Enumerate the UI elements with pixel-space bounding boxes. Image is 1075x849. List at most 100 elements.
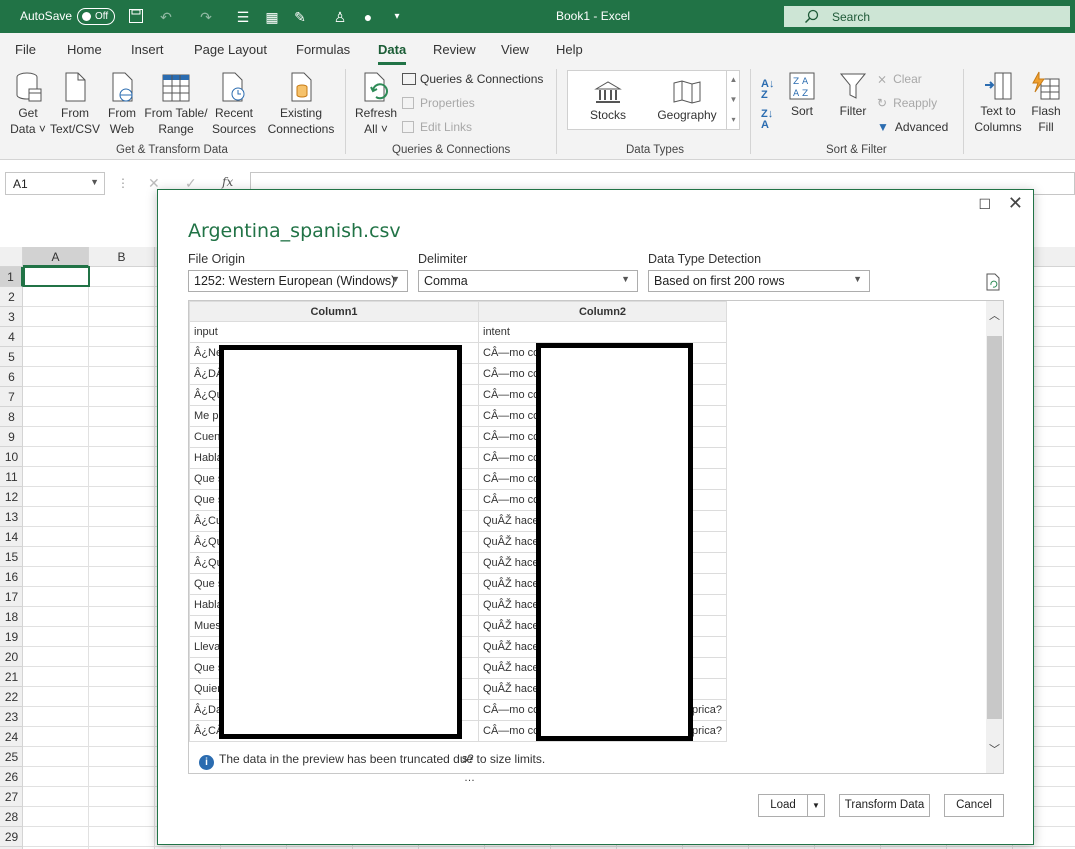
row-header[interactable]: 28 <box>0 807 23 827</box>
row-header[interactable]: 5 <box>0 347 23 367</box>
transform-data-button[interactable]: Transform Data <box>839 794 930 817</box>
row-header[interactable]: 4 <box>0 327 23 347</box>
column-header-a[interactable]: A <box>23 247 89 267</box>
row-header[interactable]: 29 <box>0 827 23 847</box>
recent-sources-button[interactable]: Recent Sources <box>210 71 258 137</box>
select-all-corner[interactable] <box>0 247 23 267</box>
maximize-icon[interactable]: ☐ <box>978 196 991 213</box>
text-to-columns-button[interactable]: Text to Columns <box>972 71 1024 135</box>
chevron-up-icon[interactable]: ︿ <box>989 307 1000 323</box>
row-header[interactable]: 10 <box>0 447 23 467</box>
from-text-csv-button[interactable]: From Text/CSV <box>50 71 100 137</box>
row-header[interactable]: 26 <box>0 767 23 787</box>
active-cell-a1[interactable] <box>23 266 90 287</box>
load-button[interactable]: Load ▼ <box>758 794 825 817</box>
row-header[interactable]: 19 <box>0 627 23 647</box>
title-bar: AutoSave Off ↶ ↷ ☰ ▦ ✎ ♙ ● ▾ Book1 - Exc… <box>0 0 1075 33</box>
get-data-label-2: Data ˅ <box>10 122 46 136</box>
tab-help[interactable]: Help <box>556 42 583 57</box>
filter-button[interactable]: Filter <box>836 71 870 119</box>
tab-insert[interactable]: Insert <box>131 42 164 57</box>
sort-button[interactable]: Z A A Z Sort <box>786 71 818 119</box>
redaction-box-2 <box>536 343 693 741</box>
save-icon[interactable] <box>127 8 145 26</box>
close-icon[interactable]: ✕ <box>1008 193 1023 214</box>
row-header[interactable]: 20 <box>0 647 23 667</box>
row-header[interactable]: 23 <box>0 707 23 727</box>
row-header[interactable]: 17 <box>0 587 23 607</box>
search-box[interactable]: Search <box>784 6 1070 27</box>
clear-button[interactable]: ⨯ Clear <box>877 72 922 86</box>
csv-import-dialog: ☐ ✕ Argentina_spanish.csv File Origin 12… <box>157 189 1034 845</box>
row-header[interactable]: 6 <box>0 367 23 387</box>
from-web-button[interactable]: From Web <box>104 71 140 137</box>
cell-fragment: prica? <box>692 725 722 737</box>
tab-home[interactable]: Home <box>67 42 102 57</box>
row-header[interactable]: 12 <box>0 487 23 507</box>
tab-formulas[interactable]: Formulas <box>296 42 350 57</box>
delimiter-dropdown[interactable]: Comma ▼ <box>418 270 638 292</box>
row-header[interactable]: 3 <box>0 307 23 327</box>
row-header[interactable]: 21 <box>0 667 23 687</box>
geography-button[interactable]: Geography <box>654 79 720 123</box>
sort-za-icon[interactable]: Z↓ A <box>761 109 773 131</box>
from-table-range-button[interactable]: From Table/Range <box>144 71 208 137</box>
row-header[interactable]: 7 <box>0 387 23 407</box>
refresh-preview-icon[interactable] <box>985 273 1001 291</box>
row-header[interactable]: 25 <box>0 747 23 767</box>
cancel-button[interactable]: Cancel <box>944 794 1004 817</box>
refresh-all-button[interactable]: Refresh All ˅ <box>354 71 398 137</box>
tab-review[interactable]: Review <box>433 42 476 57</box>
form-icon[interactable]: ▦ <box>263 8 281 26</box>
row-header[interactable]: 1 <box>0 267 23 287</box>
tab-file[interactable]: File <box>15 42 36 57</box>
row-header[interactable]: 14 <box>0 527 23 547</box>
flash-fill-button[interactable]: Flash Fill <box>1026 71 1066 135</box>
gallery-scroll[interactable]: ▲ ▼ ▾ <box>726 70 740 130</box>
tab-view[interactable]: View <box>501 42 529 57</box>
row-header[interactable]: 18 <box>0 607 23 627</box>
redo-icon[interactable]: ↷ <box>197 8 215 26</box>
stocks-button[interactable]: Stocks <box>582 79 634 123</box>
tab-page-layout[interactable]: Page Layout <box>194 42 267 57</box>
row-header[interactable]: 27 <box>0 787 23 807</box>
row-header[interactable]: 15 <box>0 547 23 567</box>
edit-links-button[interactable]: Edit Links <box>402 120 472 134</box>
autosave-toggle[interactable]: Off <box>77 8 115 25</box>
name-box[interactable]: A1 ▼ <box>5 172 105 195</box>
group-label-sort-filter: Sort & Filter <box>826 144 887 156</box>
row-header[interactable]: 22 <box>0 687 23 707</box>
queries-connections-button[interactable]: Queries & Connections <box>402 72 543 86</box>
person-icon[interactable]: ♙ <box>331 8 349 26</box>
undo-icon[interactable]: ↶ <box>157 8 175 26</box>
fx-icon[interactable]: fx <box>222 175 233 189</box>
row-header[interactable]: 16 <box>0 567 23 587</box>
properties-button[interactable]: Properties <box>402 96 475 110</box>
get-data-button[interactable]: Get Data ˅ <box>4 71 52 137</box>
advanced-button[interactable]: ▼ Advanced <box>877 120 948 134</box>
list-icon[interactable]: ☰ <box>234 8 252 26</box>
existing-connections-button[interactable]: Existing Connections <box>265 71 337 137</box>
sort-az-icon[interactable]: A↓ Z <box>761 79 774 101</box>
detection-dropdown[interactable]: Based on first 200 rows ▼ <box>648 270 870 292</box>
chevron-down-icon[interactable]: ﹀ <box>989 741 1000 757</box>
column-header-b[interactable]: B <box>89 247 155 267</box>
circle-icon[interactable]: ● <box>359 8 377 26</box>
row-header[interactable]: 2 <box>0 287 23 307</box>
load-dropdown-chevron-icon[interactable]: ▼ <box>807 795 824 816</box>
row-header[interactable]: 13 <box>0 507 23 527</box>
row-header[interactable]: 11 <box>0 467 23 487</box>
file-origin-dropdown[interactable]: 1252: Western European (Windows) ▼ <box>188 270 408 292</box>
tab-data[interactable]: Data <box>378 42 407 65</box>
row-header[interactable]: 24 <box>0 727 23 747</box>
customize-icon[interactable]: ▾ <box>388 8 406 26</box>
column1-header[interactable]: Column1 <box>189 301 479 322</box>
row-header[interactable]: 8 <box>0 407 23 427</box>
map-icon <box>673 80 701 104</box>
scroll-thumb[interactable] <box>987 336 1002 719</box>
column2-header[interactable]: Column2 <box>478 301 727 322</box>
preview-scrollbar[interactable]: ︿ ﹀ <box>986 301 1003 773</box>
row-header[interactable]: 9 <box>0 427 23 447</box>
reapply-button[interactable]: ↻ Reapply <box>877 96 937 110</box>
edit-icon[interactable]: ✎ <box>291 8 309 26</box>
